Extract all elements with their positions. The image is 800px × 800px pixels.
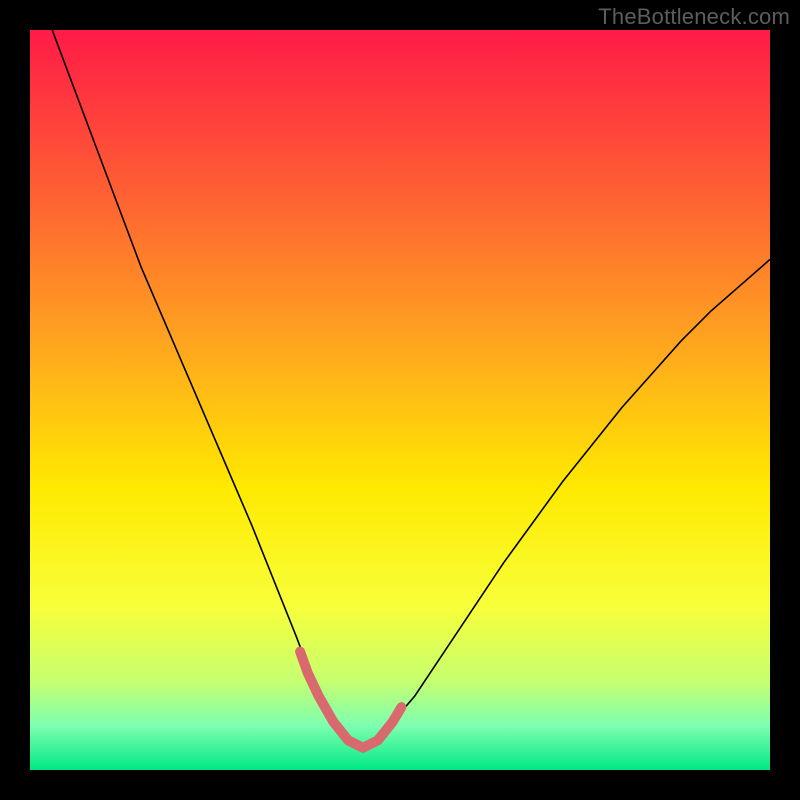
chart-frame: TheBottleneck.com: [0, 0, 800, 800]
plot-background: [30, 30, 770, 770]
watermark-text: TheBottleneck.com: [598, 4, 790, 30]
bottleneck-chart: [30, 30, 770, 770]
